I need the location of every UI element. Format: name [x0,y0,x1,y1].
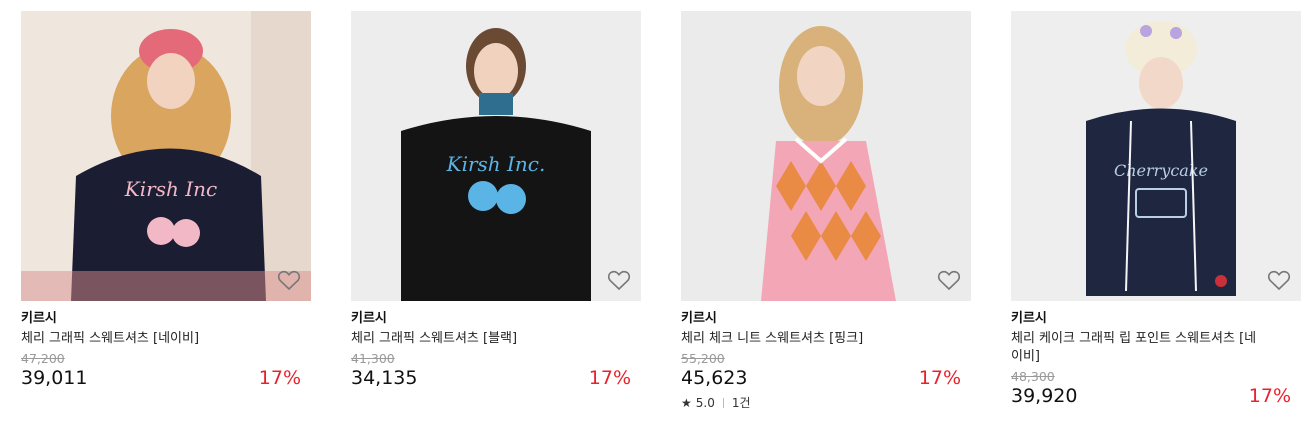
product-photo: Kirsh Inc. [351,11,641,301]
review-count: 1건 [731,396,751,410]
heart-outline-icon[interactable] [937,269,961,291]
product-name[interactable]: 체리 그래픽 스웨트셔츠 [네이비] [21,330,276,348]
sale-price: 39,011 [21,367,88,389]
heart-outline-icon[interactable] [607,269,631,291]
product-name[interactable]: 체리 케이크 그래픽 립 포인트 스웨트셔츠 [네이비] [1011,330,1266,366]
product-photo: Cherrycake [1011,11,1301,301]
sale-price: 39,920 [1011,385,1078,407]
product-image[interactable] [681,11,971,301]
brand-name[interactable]: 키르시 [1011,311,1301,327]
svg-text:Cherrycake: Cherrycake [1114,161,1208,180]
sale-price: 34,135 [351,367,418,389]
discount-rate: 17% [588,367,631,389]
divider [722,398,724,408]
heart-outline-icon[interactable] [1267,269,1291,291]
product-name[interactable]: 체리 그래픽 스웨트셔츠 [블랙] [351,330,606,348]
svg-text:Kirsh Inc: Kirsh Inc [124,177,217,201]
price-row: 39,920 17% [1011,384,1301,408]
discount-rate: 17% [258,367,301,389]
review-rating[interactable]: ★ 5.0 1건 [681,396,971,410]
original-price: 47,200 [21,351,65,366]
product-card[interactable]: Cherrycake 키르시 체리 케이크 그래픽 립 포인트 스웨트셔츠 [네… [1011,11,1301,408]
discount-rate: 17% [918,367,961,389]
discount-rate: 17% [1248,385,1291,407]
product-image[interactable]: Kirsh Inc. [351,11,641,301]
price-row: 45,623 17% [681,366,971,390]
product-photo: Kirsh Inc [21,11,311,301]
original-price: 41,300 [351,351,395,366]
product-card[interactable]: Kirsh Inc 키르시 체리 그래픽 스웨트셔츠 [네이비] 47,200 … [21,11,311,390]
price-row: 39,011 17% [21,366,311,390]
brand-name[interactable]: 키르시 [21,311,311,327]
price-row: 34,135 17% [351,366,641,390]
original-price: 55,200 [681,351,725,366]
star-icon: ★ [681,396,692,410]
brand-name[interactable]: 키르시 [351,311,641,327]
rating-score: 5.0 [695,396,715,410]
product-name[interactable]: 체리 체크 니트 스웨트셔츠 [핑크] [681,330,936,348]
product-card[interactable]: 키르시 체리 체크 니트 스웨트셔츠 [핑크] 55,200 45,623 17… [681,11,971,410]
heart-outline-icon[interactable] [277,269,301,291]
product-card[interactable]: Kirsh Inc. 키르시 체리 그래픽 스웨트셔츠 [블랙] 41,300 … [351,11,641,390]
sale-price: 45,623 [681,367,748,389]
product-grid: Kirsh Inc 키르시 체리 그래픽 스웨트셔츠 [네이비] 47,200 … [0,0,1311,424]
svg-text:Kirsh Inc.: Kirsh Inc. [446,152,546,176]
product-image[interactable]: Kirsh Inc [21,11,311,301]
original-price: 48,300 [1011,369,1055,384]
product-photo [681,11,971,301]
product-image[interactable]: Cherrycake [1011,11,1301,301]
brand-name[interactable]: 키르시 [681,311,971,327]
